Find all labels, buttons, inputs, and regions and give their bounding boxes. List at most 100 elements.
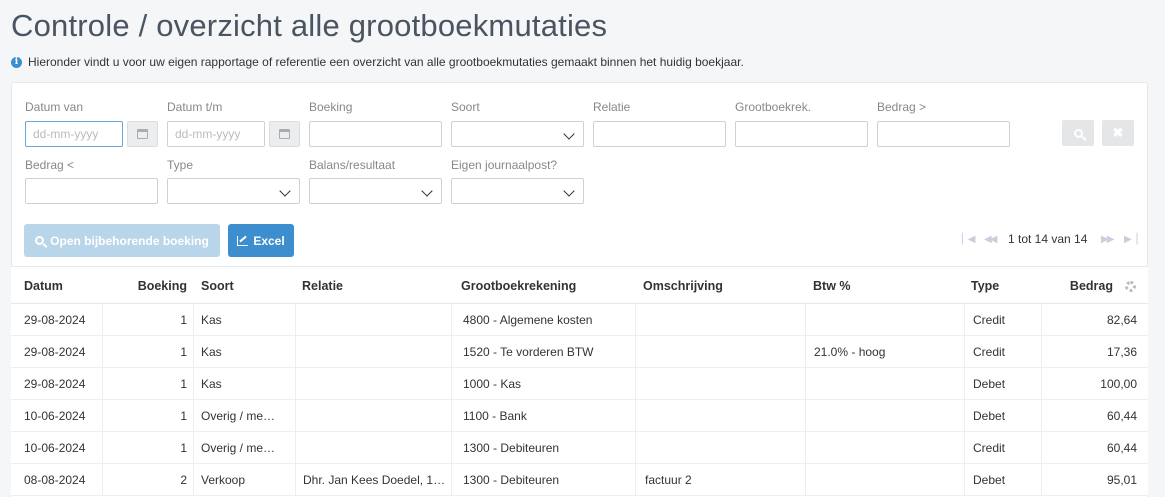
column-divider (193, 304, 194, 335)
column-divider (1041, 336, 1042, 367)
table-cell: 29-08-2024 (24, 377, 86, 391)
col-bedrag[interactable]: Bedrag (1070, 279, 1113, 293)
boeking-input[interactable] (309, 121, 442, 147)
table-row[interactable]: 29-08-2024 1 Kas 4800 - Algemene kosten Cred… (11, 304, 1148, 336)
column-divider (1041, 432, 1042, 463)
column-divider (805, 464, 806, 495)
label-eigen-journaalpost: Eigen journaalpost? (451, 158, 558, 172)
grootboekrek-input[interactable] (735, 121, 868, 147)
column-divider (102, 304, 103, 335)
table-row[interactable]: 10-06-2024 1 Overig / me… 1300 - Debiteuren… (11, 432, 1148, 464)
datum-tm-input[interactable]: dd-mm-yyyy (167, 121, 265, 147)
column-divider (193, 400, 194, 431)
label-relatie: Relatie (593, 100, 631, 114)
col-btw[interactable]: Btw % (813, 279, 851, 293)
bedrag-gt-input[interactable] (877, 121, 1010, 147)
table-cell: 1300 - Debiteuren (463, 441, 560, 455)
column-divider (295, 464, 296, 495)
relatie-input[interactable] (593, 121, 726, 147)
clear-button[interactable]: ✖ (1102, 120, 1134, 146)
label-grootboekrek: Grootboekrek. (735, 100, 812, 114)
calendar-icon (137, 129, 148, 139)
table-cell: Credit (973, 441, 1006, 455)
column-divider (1041, 304, 1042, 335)
column-divider (635, 400, 636, 431)
calendar-icon (279, 129, 290, 139)
search-icon (1073, 128, 1083, 138)
col-grootboekrekening[interactable]: Grootboekrekening (461, 279, 576, 293)
table-cell: Overig / me… (201, 409, 276, 423)
export-icon (237, 235, 249, 246)
column-divider (1041, 400, 1042, 431)
chevron-down-icon (421, 185, 433, 197)
table-body: 29-08-2024 1 Kas 4800 - Algemene kosten Cred… (11, 304, 1148, 496)
col-datum[interactable]: Datum (24, 279, 63, 293)
column-divider (635, 368, 636, 399)
table-cell: 10-06-2024 (24, 441, 86, 455)
column-divider (102, 464, 103, 495)
column-divider (964, 432, 965, 463)
type-select[interactable] (167, 178, 300, 204)
table-row[interactable]: 08-08-2024 2 Verkoop Dhr. Jan Kees Doedel, … (11, 464, 1148, 496)
label-soort: Soort (451, 100, 480, 114)
column-divider (964, 336, 965, 367)
balans-resultaat-select[interactable] (309, 178, 442, 204)
table-cell: Credit (973, 345, 1006, 359)
column-divider (1041, 464, 1042, 495)
close-icon: ✖ (1112, 125, 1124, 140)
table-cell: 21.0% - hoog (814, 345, 886, 359)
table-cell: Kas (201, 377, 222, 391)
info-text: i Hieronder vindt u voor uw eigen rappor… (11, 55, 744, 69)
soort-select[interactable] (451, 121, 584, 147)
datum-van-input[interactable]: dd-mm-yyyy (25, 121, 123, 147)
gear-icon[interactable] (1125, 281, 1136, 292)
table-header: Datum Boeking Soort Relatie Grootboekrek… (11, 267, 1148, 304)
table-cell: 60,44 (1106, 409, 1137, 423)
column-divider (451, 432, 452, 463)
chevron-down-icon (563, 128, 575, 140)
table-cell: 95,01 (1106, 473, 1137, 487)
table-cell: Debet (973, 409, 1006, 423)
table-cell: Overig / me… (201, 441, 276, 455)
column-divider (295, 336, 296, 367)
col-relatie[interactable]: Relatie (302, 279, 343, 293)
col-type[interactable]: Type (971, 279, 999, 293)
col-omschrijving[interactable]: Omschrijving (643, 279, 723, 293)
table-row[interactable]: 10-06-2024 1 Overig / me… 1100 - Bank Debet 6… (11, 400, 1148, 432)
column-divider (102, 336, 103, 367)
bedrag-lt-input[interactable] (25, 178, 158, 204)
table-row[interactable]: 29-08-2024 1 Kas 1520 - Te vorderen BTW 21.0… (11, 336, 1148, 368)
column-divider (1041, 368, 1042, 399)
datum-tm-calendar-button[interactable] (269, 121, 300, 147)
search-icon (35, 236, 45, 245)
table-cell: 08-08-2024 (24, 473, 86, 487)
column-divider (805, 368, 806, 399)
table-row[interactable]: 29-08-2024 1 Kas 1000 - Kas Debet 100,00 (11, 368, 1148, 400)
next-page-icon[interactable]: ▶▶ (1101, 234, 1114, 245)
column-divider (635, 304, 636, 335)
chevron-down-icon (279, 185, 291, 197)
open-booking-label: Open bijbehorende boeking (50, 233, 209, 248)
open-booking-button[interactable]: Open bijbehorende boeking (24, 224, 220, 257)
column-divider (451, 336, 452, 367)
search-button[interactable] (1062, 120, 1094, 146)
datum-van-calendar-button[interactable] (127, 121, 158, 147)
table-cell: 82,64 (1106, 313, 1137, 327)
table-cell: 1100 - Bank (463, 409, 527, 423)
label-bedrag-lt: Bedrag < (25, 158, 75, 172)
column-divider (805, 304, 806, 335)
column-divider (964, 368, 965, 399)
col-soort[interactable]: Soort (201, 279, 234, 293)
last-page-icon[interactable]: ▶▕ (1124, 234, 1137, 245)
column-divider (102, 368, 103, 399)
table-cell: 1000 - Kas (463, 377, 522, 391)
col-boeking[interactable]: Boeking (138, 279, 187, 293)
first-page-icon[interactable]: ▏◀ (962, 234, 975, 245)
table-cell: 29-08-2024 (24, 313, 86, 327)
excel-button[interactable]: Excel (228, 224, 294, 257)
prev-page-icon[interactable]: ◀◀ (984, 234, 997, 245)
column-divider (193, 368, 194, 399)
info-message: Hieronder vindt u voor uw eigen rapporta… (28, 55, 744, 69)
column-divider (805, 432, 806, 463)
eigen-journaalpost-select[interactable] (451, 178, 584, 204)
